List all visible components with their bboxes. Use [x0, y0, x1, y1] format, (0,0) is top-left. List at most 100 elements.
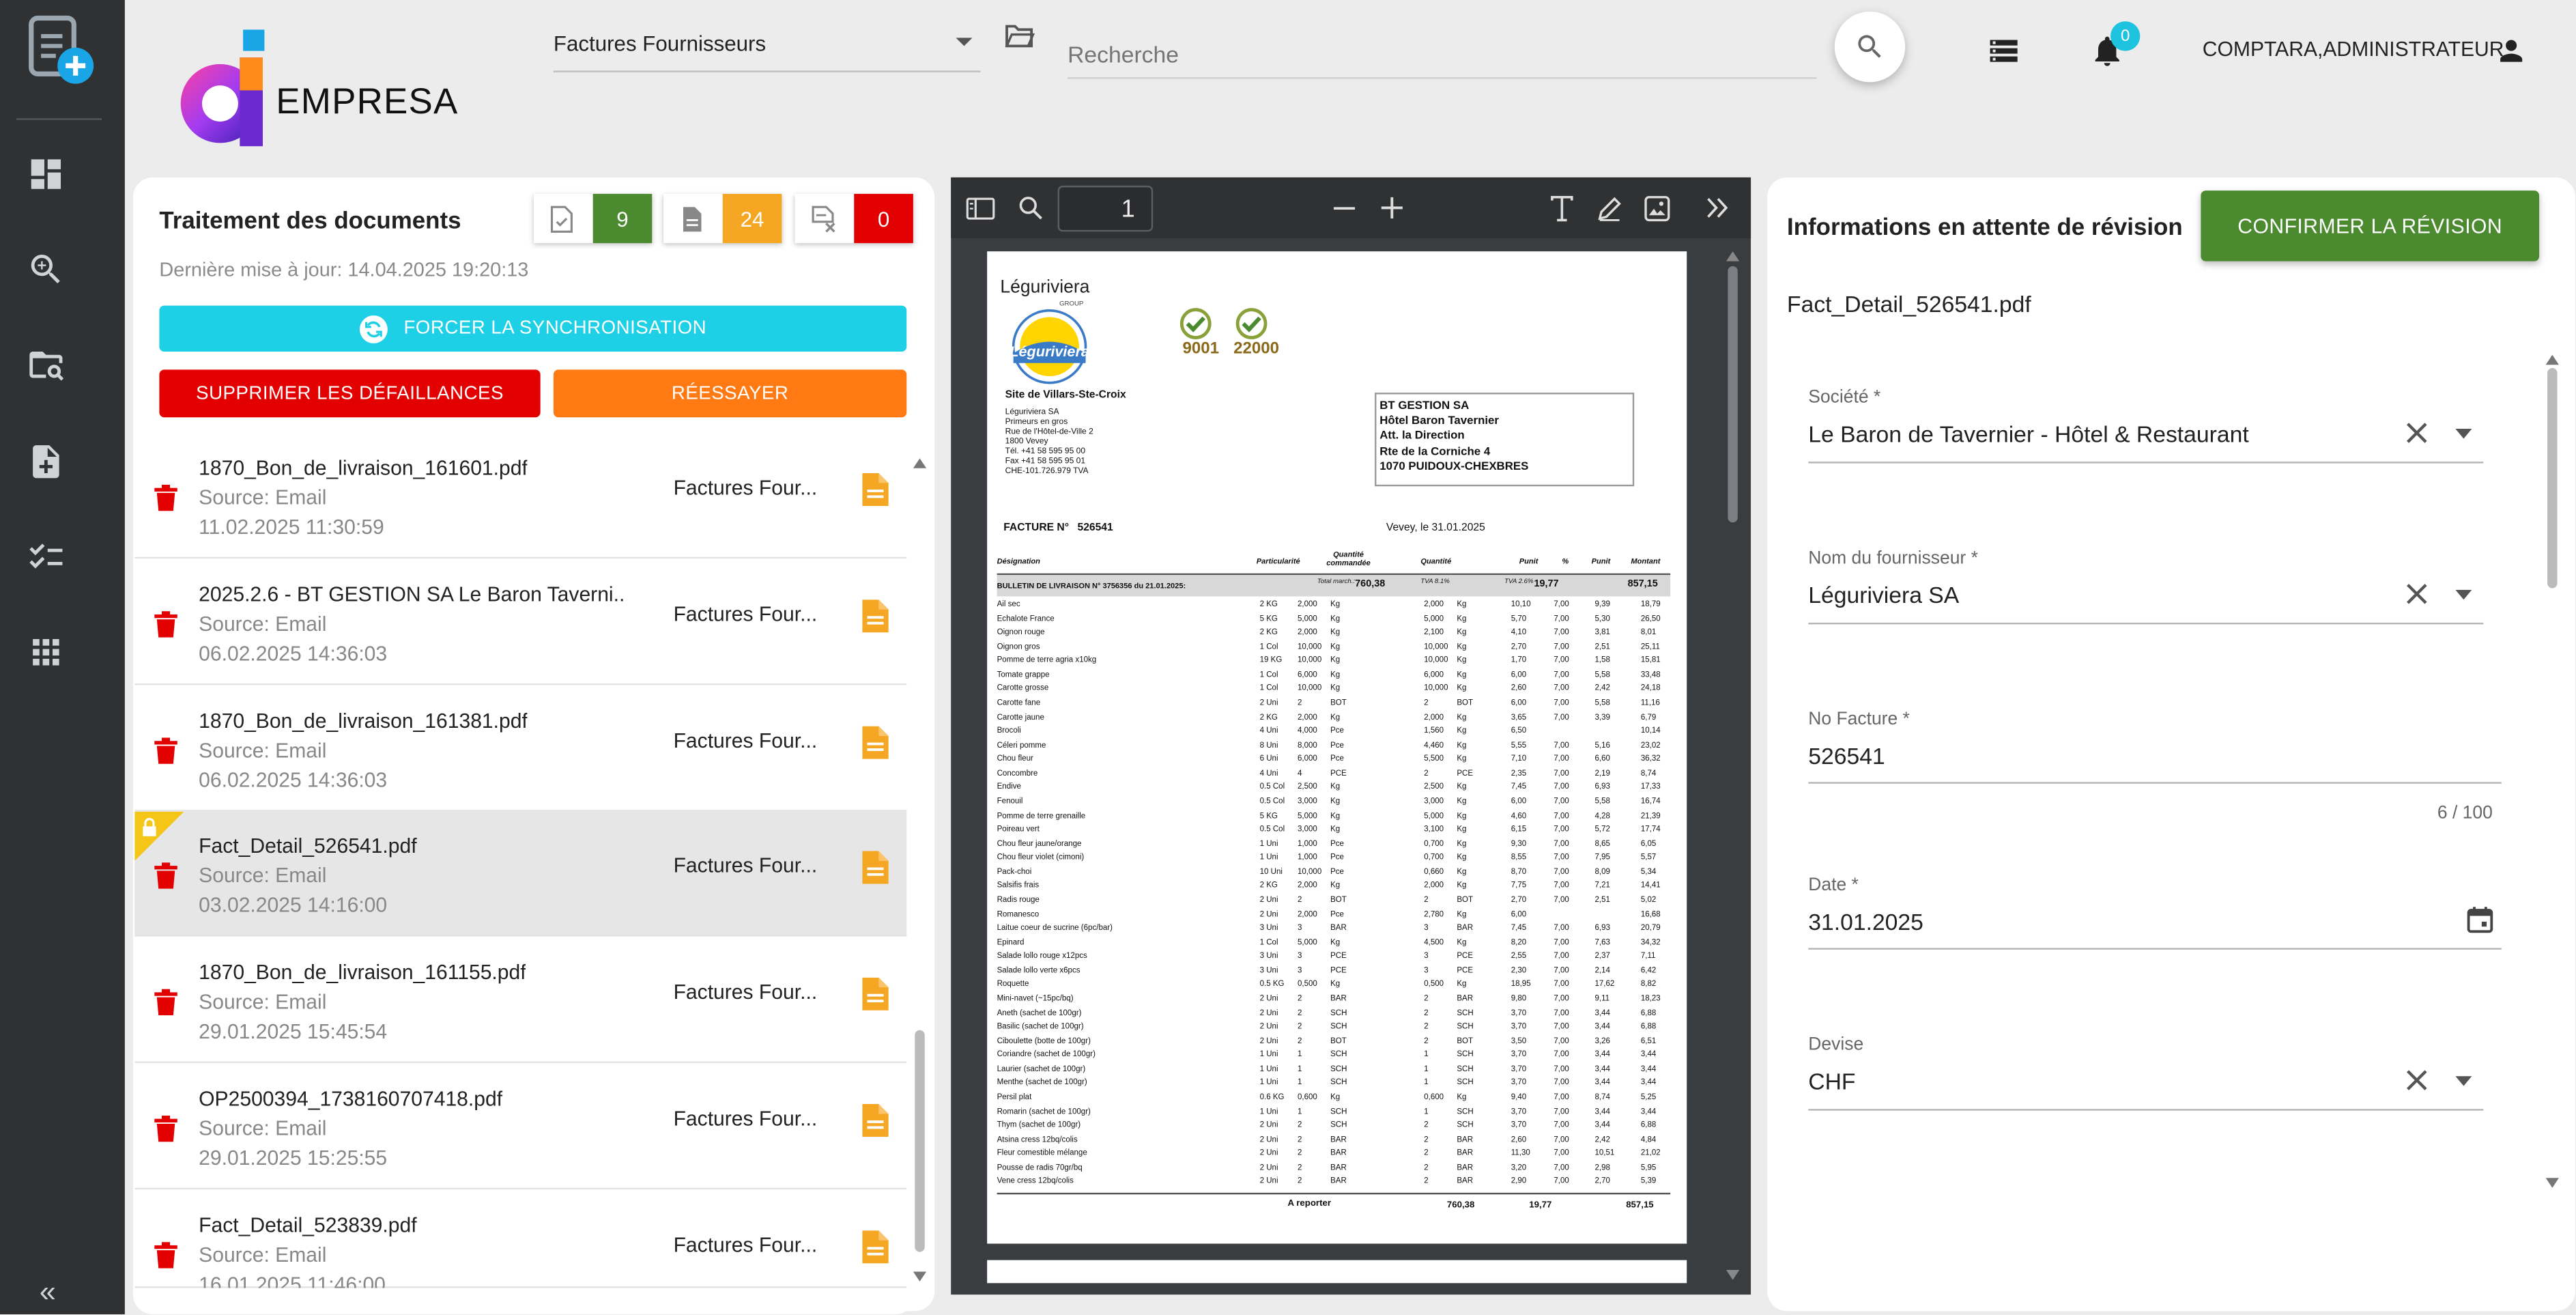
supplier-dropdown-icon[interactable]	[2455, 589, 2472, 600]
invoice-cell: Kg	[1457, 981, 1467, 990]
invoice-cell: 8 Uni	[1259, 741, 1278, 750]
invoice-cell: BOT	[1457, 700, 1474, 709]
invoice-line: Mini-navet (~15pc/bq) 2 Uni 2 BAR 2 BAR 9,80 7,…	[997, 995, 1671, 1009]
zoom-in-plus-icon[interactable]	[1381, 197, 1403, 219]
invoice-cell: 2	[1297, 1122, 1302, 1131]
document-row[interactable]: Fact_Detail_523839.pdf Source: Email 16.01…	[134, 1191, 907, 1297]
trash-icon[interactable]	[154, 989, 177, 1016]
document-category: Factures Four...	[673, 1234, 818, 1257]
document-file-icon[interactable]	[862, 726, 889, 759]
document-file-icon[interactable]	[862, 851, 889, 884]
document-row[interactable]: Fact_Detail_526541.pdf Source: Email 03.02…	[134, 811, 907, 937]
text-tool-icon[interactable]	[1549, 195, 1575, 222]
pdf-scrollbar-thumb[interactable]	[1728, 266, 1738, 523]
document-file-icon[interactable]	[862, 977, 889, 1010]
user-name[interactable]: COMPTARA,ADMINISTRATEUR	[2203, 38, 2504, 61]
invoice-cell: 2 Uni	[1259, 700, 1278, 709]
folder-open-icon[interactable]	[1005, 23, 1035, 50]
trash-icon[interactable]	[154, 862, 177, 889]
currency-label: Devise	[1808, 1034, 1864, 1055]
search-input[interactable]	[1068, 29, 1817, 79]
invoice-cell: BAR	[1457, 1136, 1474, 1145]
invoice-cell: 2,51	[1594, 896, 1610, 905]
invoice-cell: Chou fleur jaune/orange	[997, 840, 1082, 849]
document-row[interactable]: OP2500394_1738160707418.pdf Source: Email…	[134, 1064, 907, 1190]
invoice-line: Chou fleur jaune/orange 1 Uni 1,000 Pce 0,70…	[997, 840, 1671, 854]
invoice-cell: Chou fleur violet (cimoni)	[997, 854, 1085, 863]
supplier-site: Site de Villars-Ste-Croix	[1005, 389, 1126, 401]
clear-currency-icon[interactable]	[2406, 1069, 2427, 1090]
review-scrollbar-thumb[interactable]	[2547, 368, 2558, 589]
supplier-label: Nom du fournisseur *	[1808, 548, 1978, 569]
list-scrollbar-thumb[interactable]	[915, 1030, 925, 1252]
review-scroll-down-arrow[interactable]	[2545, 1168, 2559, 1188]
pdf-scroll-up-arrow[interactable]	[1726, 242, 1740, 261]
invoice-cell: Kg	[1457, 643, 1467, 652]
invoice-cell: 0,600	[1424, 1094, 1444, 1103]
storage-icon[interactable]	[1988, 35, 2020, 68]
scroll-up-arrow[interactable]	[913, 449, 927, 468]
invoice-cell: 1,70	[1511, 658, 1527, 666]
more-tools-icon[interactable]	[1706, 197, 1730, 218]
invoice-cell: 3 Uni	[1259, 967, 1278, 976]
invoice-cell: 18,95	[1511, 981, 1531, 990]
search-button[interactable]	[1834, 11, 1906, 83]
calendar-icon[interactable]	[2467, 905, 2493, 933]
company-dropdown-icon[interactable]	[2455, 429, 2472, 439]
document-row[interactable]: 1870_Bon_de_livraison_161155.pdf Source: …	[134, 937, 907, 1063]
invoice-cell: 2 Uni	[1259, 1023, 1278, 1032]
document-row[interactable]: 1870_Bon_de_livraison_161601.pdf Source: …	[134, 434, 907, 559]
invoice-line: Vene cress 12bq/colis 2 Uni 2 BAR 2 BAR 2,90 7,…	[997, 1178, 1671, 1192]
document-file-icon[interactable]	[862, 599, 889, 633]
company-field[interactable]: Le Baron de Tavernier - Hôtel & Restaura…	[1808, 421, 2248, 447]
zoom-out-icon[interactable]	[1333, 207, 1356, 210]
invoice-line: Céleri pomme 8 Uni 8,000 Pce 4,460 Kg 5,55 7,00…	[997, 742, 1671, 756]
invoice-cell: 3 Uni	[1259, 924, 1278, 934]
clear-company-icon[interactable]	[2406, 422, 2427, 443]
trash-icon[interactable]	[154, 1115, 177, 1142]
trash-icon[interactable]	[154, 737, 177, 764]
currency-dropdown-icon[interactable]	[2455, 1076, 2472, 1086]
invoice-cell: Pack-choi	[997, 868, 1032, 877]
pdf-search-icon[interactable]	[1018, 195, 1043, 220]
review-scroll-up-arrow[interactable]	[2545, 345, 2559, 365]
invoice-cell: PCE	[1330, 953, 1347, 962]
draw-pen-icon[interactable]	[1597, 195, 1623, 222]
document-date: 03.02.2025 14:16:00	[199, 894, 388, 917]
invoice-cell: 7,00	[1554, 939, 1569, 948]
invoice-cell: BAR	[1330, 1164, 1347, 1173]
invoice-cell: 3,100	[1424, 826, 1444, 835]
invoice-cell: PCE	[1457, 967, 1474, 976]
page-number-input[interactable]: 1	[1057, 185, 1154, 232]
document-row[interactable]: 2025.2.6 - BT GESTION SA Le Baron Tavern…	[134, 560, 907, 685]
confirm-review-button[interactable]: CONFIRMER LA RÉVISION	[2201, 190, 2540, 261]
invoice-cell: 11,16	[1640, 700, 1660, 709]
document-file-icon[interactable]	[862, 1230, 889, 1264]
invoice-cell: 7,00	[1554, 1136, 1569, 1145]
trash-icon[interactable]	[154, 484, 177, 511]
trash-icon[interactable]	[154, 611, 177, 638]
image-tool-icon[interactable]	[1644, 195, 1671, 222]
invoice-cell: 3	[1424, 967, 1429, 976]
date-field[interactable]: 31.01.2025	[1808, 909, 1923, 935]
invoice-no-field[interactable]: 526541	[1808, 743, 1885, 769]
invoice-cell: 4,460	[1424, 741, 1444, 750]
invoice-cell: 2,60	[1511, 685, 1527, 694]
user-icon[interactable]	[2495, 35, 2528, 68]
document-file-icon[interactable]	[862, 1104, 889, 1137]
document-file-icon[interactable]	[862, 473, 889, 507]
sidebar-toggle-icon[interactable]	[966, 197, 995, 221]
invoice-table-header: Désignation Particularité Quantité command…	[997, 550, 1671, 570]
invoice-cell: 7,00	[1554, 658, 1569, 666]
invoice-line: Aneth (sachet de 100gr) 2 Uni 2 SCH 2 SCH 3,70…	[997, 1010, 1671, 1023]
review-title: Informations en attente de révision	[1787, 215, 2183, 242]
trash-icon[interactable]	[154, 1242, 177, 1269]
pdf-scroll-down-arrow[interactable]	[1726, 1260, 1740, 1280]
currency-field[interactable]: CHF	[1808, 1068, 1855, 1094]
scroll-down-arrow[interactable]	[913, 1262, 927, 1282]
supplier-field[interactable]: Léguriviera SA	[1808, 582, 1959, 608]
invoice-cell: 6,00	[1511, 798, 1527, 807]
clear-supplier-icon[interactable]	[2406, 583, 2427, 604]
invoice-cell: 2 KG	[1259, 883, 1278, 892]
document-row[interactable]: 1870_Bon_de_livraison_161381.pdf Source: …	[134, 686, 907, 812]
